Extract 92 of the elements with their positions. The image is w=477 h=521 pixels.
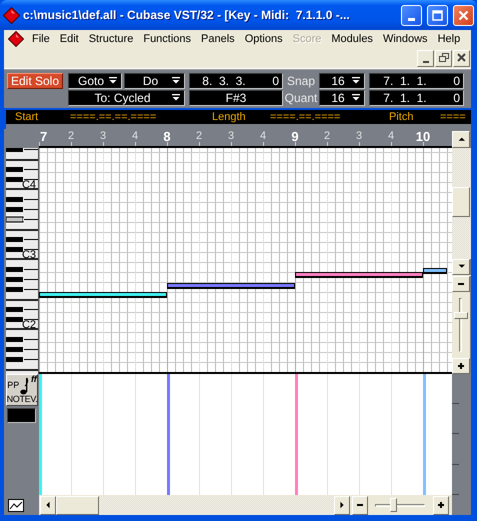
minus-icon — [356, 501, 364, 509]
dropdown[interactable]: 16 — [319, 90, 365, 106]
menu-item[interactable]: Functions — [142, 33, 192, 45]
column-header: Start — [15, 110, 40, 124]
note-grid[interactable] — [39, 148, 452, 374]
close-icon — [456, 53, 466, 63]
position-field[interactable]: 7. 1. 1. 0 — [369, 73, 464, 89]
menu-item[interactable]: Options — [244, 33, 284, 45]
dropdown[interactable]: Do — [124, 73, 185, 89]
close-icon — [458, 10, 469, 20]
menu-item[interactable]: Help — [436, 33, 462, 45]
bar-number: 8 — [163, 129, 171, 144]
slider-thumb[interactable] — [390, 498, 397, 512]
window-title: c:\music1\def.all - Cubase VST/32 - [Key - Midi: 7.1.1.0 -... — [23, 8, 351, 22]
diamond-icon — [8, 31, 24, 47]
controller-button[interactable]: PP ff NOTEV. — [6, 374, 38, 406]
bar-number: 7 — [40, 129, 48, 144]
column-header: Length — [212, 110, 247, 124]
scroll-right-button[interactable] — [334, 496, 350, 514]
menu-item[interactable]: Windows — [382, 33, 429, 45]
placeholder-value: ==== — [440, 110, 467, 124]
maximize-icon — [432, 10, 443, 20]
graph-icon[interactable] — [8, 498, 24, 512]
placeholder-value: ====.==.==.==== — [70, 110, 158, 124]
dropdown[interactable]: To: Cycled — [68, 90, 185, 106]
close-button[interactable] — [453, 4, 474, 26]
minimize-icon — [408, 18, 415, 20]
zoom-in-button[interactable] — [433, 496, 449, 514]
menu-item[interactable]: Structure — [88, 33, 134, 45]
zoom-slider[interactable] — [452, 292, 470, 358]
dropdown-arrow-icon — [352, 77, 360, 84]
minimize-button[interactable] — [401, 4, 422, 26]
menu-item[interactable]: Panels — [200, 33, 236, 45]
beat-number: 4 — [388, 130, 394, 142]
zoom-out-button[interactable] — [452, 276, 470, 292]
dropdown[interactable]: Goto — [68, 73, 122, 89]
bar-number: 9 — [291, 129, 299, 144]
right-arrow-icon — [338, 501, 346, 509]
piano-keyboard-drawing[interactable] — [6, 148, 39, 374]
beat-number: 2 — [324, 130, 330, 142]
key-label: C3 — [22, 250, 36, 261]
plus-icon — [457, 362, 465, 370]
scroll-down-button[interactable] — [452, 259, 470, 275]
column-header: Pitch — [389, 110, 414, 124]
beat-number: 3 — [356, 130, 362, 142]
minimize-button[interactable] — [417, 50, 434, 66]
restore-button[interactable] — [435, 50, 452, 66]
key-label: C4 — [22, 180, 36, 191]
dropdown-arrow-icon — [352, 94, 360, 101]
maximize-button[interactable] — [427, 4, 448, 26]
note-bar[interactable] — [423, 268, 447, 274]
beat-number: 2 — [68, 130, 74, 142]
position-field[interactable]: 8. 3. 3. 0 — [189, 73, 283, 89]
edit-solo-button[interactable]: Edit Solo — [7, 73, 63, 89]
beat-number: 4 — [132, 130, 138, 142]
quant-label: Quant — [285, 90, 317, 106]
menu-item[interactable]: Modules — [330, 33, 374, 45]
minimize-icon — [422, 60, 428, 62]
zoom-in-button[interactable] — [452, 358, 470, 374]
left-arrow-icon — [44, 501, 52, 509]
dropdown-arrow-icon — [172, 77, 180, 84]
beat-number: 3 — [100, 130, 106, 142]
menu-item[interactable]: Edit — [58, 33, 80, 45]
position-field[interactable]: 7. 1. 1. 0 — [369, 90, 464, 106]
dropdown-arrow-icon — [172, 94, 180, 101]
close-button[interactable] — [453, 50, 470, 66]
restore-icon — [438, 53, 448, 63]
diamond-icon — [3, 6, 20, 24]
minus-icon — [457, 280, 465, 288]
value-display — [7, 408, 36, 423]
snap-label: Snap — [286, 73, 316, 89]
zoom-out-button[interactable] — [352, 496, 368, 514]
menu-item[interactable]: File — [31, 33, 51, 45]
key-label: C2 — [22, 320, 36, 331]
bar-number: 10 — [416, 129, 430, 144]
scroll-up-button[interactable] — [452, 131, 470, 148]
slider-thumb[interactable] — [454, 312, 468, 319]
beat-number: 3 — [228, 130, 234, 142]
beat-number: 2 — [196, 130, 202, 142]
note-bar[interactable] — [39, 292, 167, 298]
dropdown-arrow-icon — [109, 77, 117, 84]
scrollbar-thumb[interactable] — [452, 187, 470, 217]
up-arrow-icon — [457, 136, 465, 144]
plus-icon — [437, 501, 445, 509]
pitch-field[interactable]: F#3 — [189, 90, 283, 106]
placeholder-value: ====.==.==== — [270, 110, 342, 124]
beat-number: 4 — [260, 130, 266, 142]
dropdown[interactable]: 16 — [319, 73, 365, 89]
note-icon — [20, 377, 29, 395]
scrollbar-thumb[interactable] — [56, 496, 99, 514]
note-bar[interactable] — [295, 272, 423, 278]
scroll-left-button[interactable] — [40, 496, 56, 514]
